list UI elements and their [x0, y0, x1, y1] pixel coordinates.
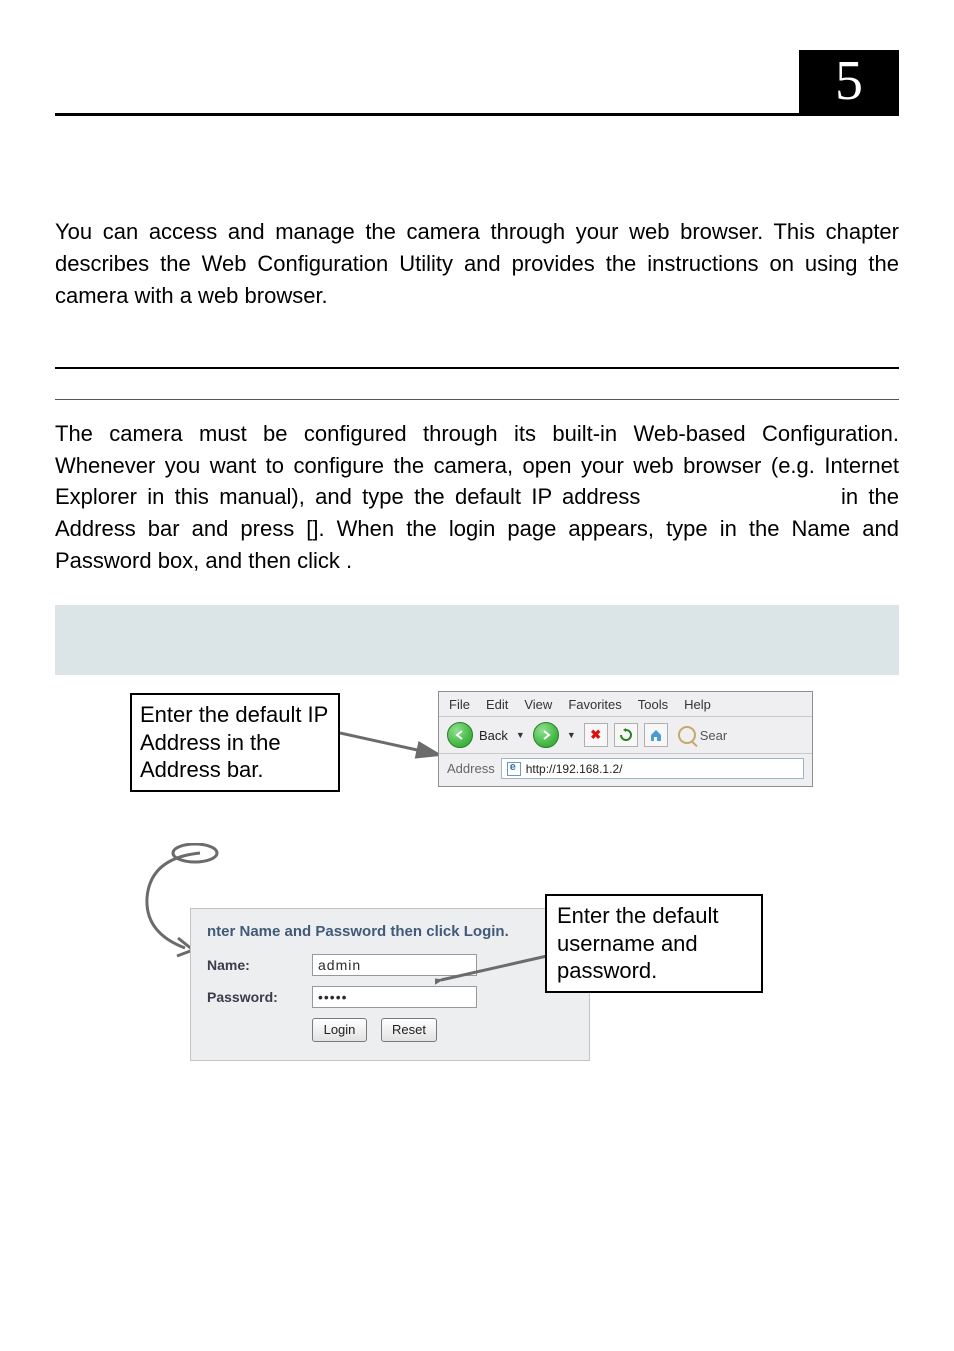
chapter-intro-paragraph: You can access and manage the camera thr…	[55, 216, 899, 312]
address-url-text: http://192.168.1.2/	[526, 762, 623, 776]
refresh-button-icon[interactable]	[614, 723, 638, 747]
configuration-paragraph: The camera must be configured through it…	[55, 418, 899, 577]
reset-button[interactable]: Reset	[381, 1018, 437, 1042]
callout-credentials: Enter the default username and password.	[545, 894, 763, 993]
figures-container: Enter the default IP Address in the Addr…	[55, 683, 899, 1123]
login-name-label: Name:	[207, 957, 312, 973]
search-label: Sear	[700, 728, 727, 743]
menu-file[interactable]: File	[449, 697, 470, 712]
menu-tools[interactable]: Tools	[638, 697, 668, 712]
note-box	[55, 605, 899, 675]
callout-address-bar: Enter the default IP Address in the Addr…	[130, 693, 340, 792]
login-buttons-row: Login Reset	[312, 1018, 573, 1042]
header-rule	[55, 113, 899, 116]
forward-dropdown-caret-icon[interactable]: ▼	[567, 730, 576, 740]
back-button-label[interactable]: Back	[479, 728, 508, 743]
login-button[interactable]: Login	[312, 1018, 367, 1042]
home-button-icon[interactable]	[644, 723, 668, 747]
body-part-1e: .	[346, 548, 352, 573]
menu-view[interactable]: View	[524, 697, 552, 712]
back-button-icon[interactable]	[447, 722, 473, 748]
stop-button-icon[interactable]: ✖	[584, 723, 608, 747]
address-label: Address	[447, 761, 495, 776]
search-button[interactable]: Sear	[678, 726, 727, 744]
chapter-number-badge: 5	[799, 50, 899, 113]
section-rule-1	[55, 367, 899, 369]
login-password-label: Password:	[207, 989, 312, 1005]
ie-browser-window: File Edit View Favorites Tools Help Back…	[438, 691, 813, 787]
ie-toolbar: Back ▼ ▼ ✖ Sear	[439, 717, 812, 754]
arrow-from-credentials-callout	[435, 948, 555, 988]
forward-button-icon[interactable]	[533, 722, 559, 748]
login-password-row: Password: •••••	[207, 986, 573, 1008]
back-dropdown-caret-icon[interactable]: ▼	[516, 730, 525, 740]
body-part-1a: The camera must be configured through it…	[55, 421, 899, 510]
login-panel-title: nter Name and Password then click Login.	[207, 923, 573, 940]
login-password-input[interactable]: •••••	[312, 986, 477, 1008]
search-icon	[678, 726, 696, 744]
ie-menu-bar: File Edit View Favorites Tools Help	[439, 692, 812, 717]
address-bar-input[interactable]: http://192.168.1.2/	[501, 758, 804, 779]
ie-address-row: Address http://192.168.1.2/	[439, 754, 812, 786]
menu-favorites[interactable]: Favorites	[568, 697, 621, 712]
menu-edit[interactable]: Edit	[486, 697, 508, 712]
menu-help[interactable]: Help	[684, 697, 711, 712]
arrow-to-address-bar	[340, 725, 450, 765]
body-part-1c: ]. When the login page appears, type	[312, 516, 719, 541]
section-rule-2	[55, 399, 899, 400]
page-icon	[507, 762, 521, 776]
